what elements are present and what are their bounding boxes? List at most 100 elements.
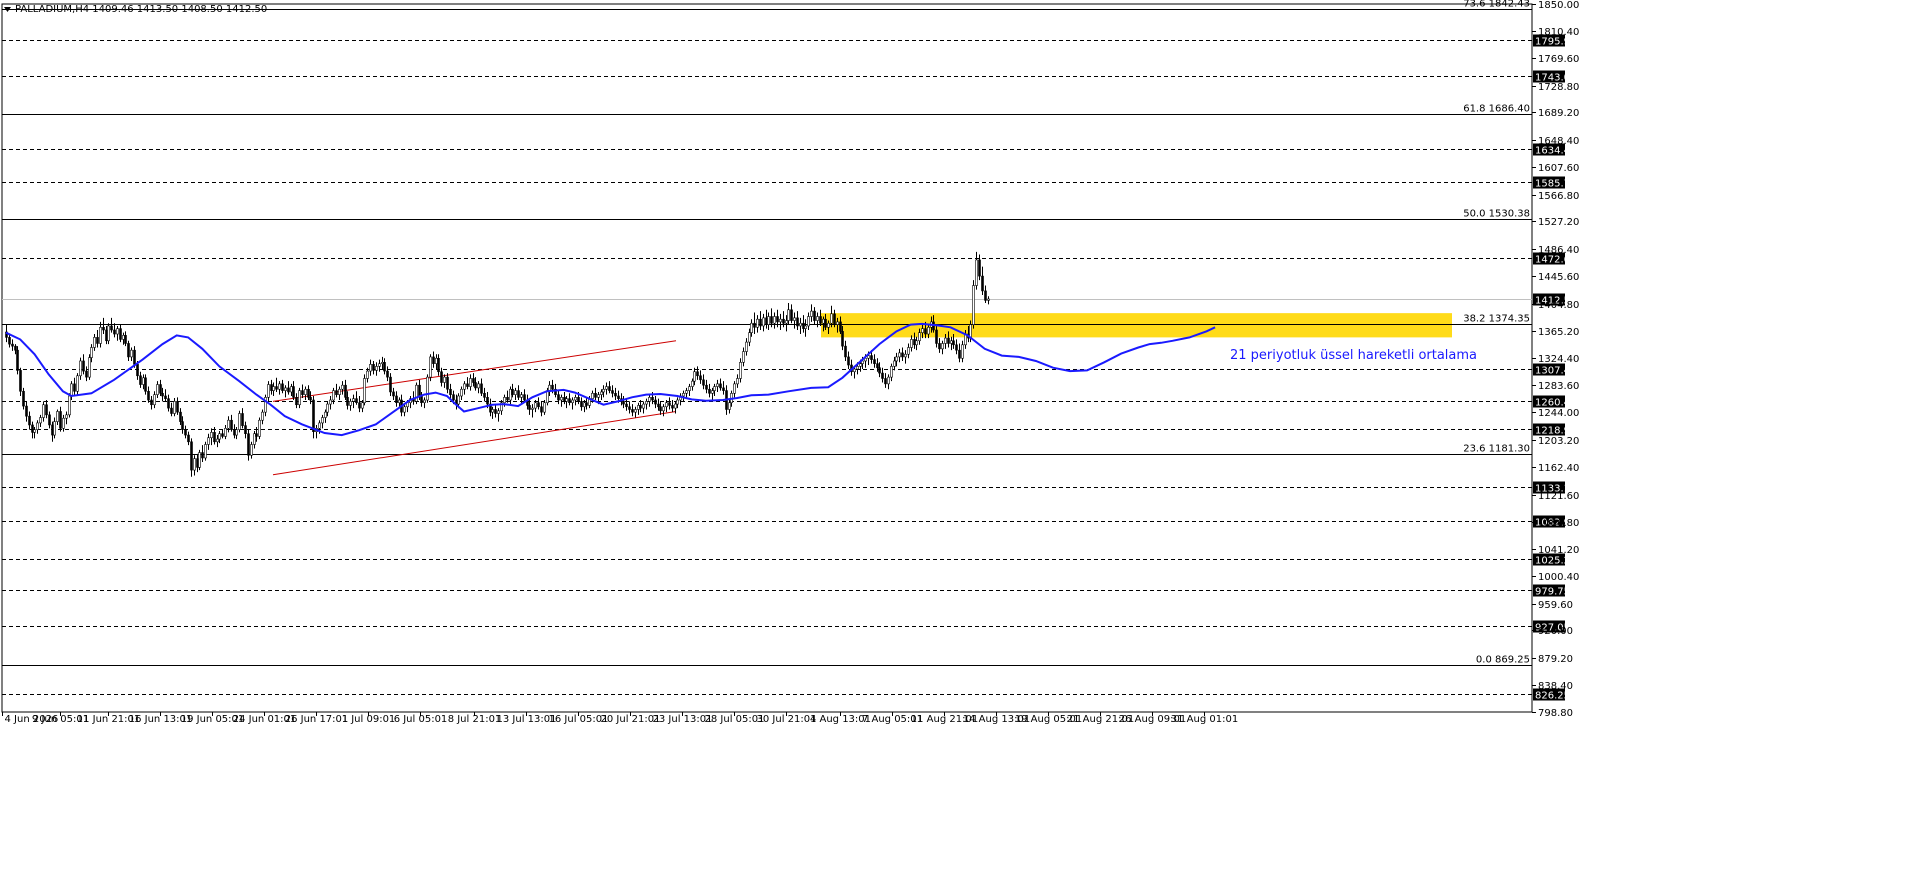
candle-body [133, 349, 136, 365]
price-chart[interactable]: 1795.95 1743.00 1634.45 1585.75 1472.60 1307.… [0, 0, 1916, 888]
candle-body [890, 366, 893, 378]
candle-body [159, 384, 162, 394]
candle-body [62, 417, 65, 429]
candle-body [648, 397, 651, 402]
candle-body [233, 429, 236, 436]
candle-body [210, 432, 213, 439]
candle-body [961, 344, 964, 359]
candle-body [167, 398, 170, 409]
candle-body [56, 411, 59, 422]
candle-body [520, 394, 523, 398]
candle-body [204, 444, 207, 459]
candle-body [580, 401, 583, 408]
candle-body [139, 375, 142, 385]
fib-label: 38.2 1374.35 [1463, 314, 1530, 325]
candle-body [474, 382, 477, 389]
fib-label: 23.6 1181.30 [1463, 444, 1530, 455]
candle-body [631, 409, 634, 413]
y-tick-label: 1527.20 [1538, 217, 1579, 228]
candle-body [321, 417, 324, 424]
candle-body [844, 345, 847, 358]
candle-body [711, 390, 714, 394]
candle-body [218, 433, 221, 440]
candle-body [383, 362, 386, 372]
candle-body [213, 432, 216, 443]
candle-body [198, 452, 201, 468]
candle-body [733, 383, 736, 394]
candle-body [665, 402, 668, 408]
candle-body [935, 329, 938, 344]
level-label: 1634.45 [1535, 146, 1576, 157]
candle-body [514, 390, 517, 395]
candle-body [804, 325, 807, 329]
candle-body [173, 401, 176, 414]
candle-body [147, 390, 150, 401]
candle-body [341, 384, 344, 390]
candle-body [281, 383, 284, 391]
candle-body [895, 356, 898, 362]
candle-body [415, 384, 418, 402]
candle-body [102, 326, 105, 331]
candle-body [531, 407, 534, 410]
y-tick-label: 920.00 [1538, 626, 1573, 637]
candle-body [779, 318, 782, 323]
candle-body [153, 394, 156, 406]
candle-body [517, 390, 520, 398]
y-tick-label: 1404.80 [1538, 300, 1579, 311]
chart-header: PALLADIUM,H4 1409.46 1413.50 1408.50 141… [4, 4, 267, 15]
level-label: 979.75 [1535, 587, 1570, 598]
candle-body [617, 395, 620, 399]
candle-body [460, 388, 463, 397]
candle-body [671, 405, 674, 409]
y-tick-label: 959.60 [1538, 600, 1573, 611]
candle-body [235, 429, 238, 436]
candle-body [628, 406, 631, 410]
candle-body [76, 375, 79, 392]
candle-body [702, 379, 705, 386]
candle-body [645, 401, 648, 405]
candle-body [691, 380, 694, 387]
candle-body [452, 394, 455, 401]
candle-body [85, 370, 88, 378]
level-label: 1795.95 [1535, 37, 1576, 48]
candle-body [250, 444, 253, 456]
candle-body [546, 390, 549, 404]
candle-body [614, 392, 617, 397]
y-tick-label: 1445.60 [1538, 272, 1579, 283]
candle-body [207, 437, 210, 445]
y-tick-label: 1203.20 [1538, 436, 1579, 447]
candle-body [659, 406, 662, 412]
candle-body [307, 388, 310, 398]
candle-body [651, 397, 654, 401]
chart-canvas[interactable]: 1795.951743.001634.451585.751472.601307.… [0, 0, 1916, 888]
y-tick-label: 1648.40 [1538, 136, 1579, 147]
candle-body [432, 356, 435, 364]
candle-body [947, 337, 950, 344]
candle-body [574, 397, 577, 401]
candle-body [142, 377, 145, 385]
candle-body [674, 403, 677, 409]
candle-body [216, 438, 219, 443]
candle-body [395, 395, 398, 404]
candle-body [770, 316, 773, 324]
candle-body [440, 371, 443, 383]
candle-body [662, 406, 665, 412]
candle-body [713, 386, 716, 391]
y-tick-label: 1566.80 [1538, 191, 1579, 202]
candle-body [312, 399, 315, 432]
candle-body [571, 399, 574, 404]
candle-body [708, 388, 711, 394]
candle-body [551, 384, 554, 390]
candle-body [150, 399, 153, 406]
candle-body [301, 390, 304, 395]
candle-body [372, 364, 375, 371]
candle-body [958, 349, 961, 359]
y-tick-label: 1850.00 [1538, 0, 1579, 11]
candle-body [45, 404, 48, 416]
x-tick-label: 23 Jul 13:01 [653, 714, 713, 725]
candle-body [221, 433, 224, 437]
candle-body [423, 399, 426, 404]
candle-body [839, 321, 842, 332]
candle-body [107, 325, 110, 342]
candle-body [136, 364, 139, 377]
